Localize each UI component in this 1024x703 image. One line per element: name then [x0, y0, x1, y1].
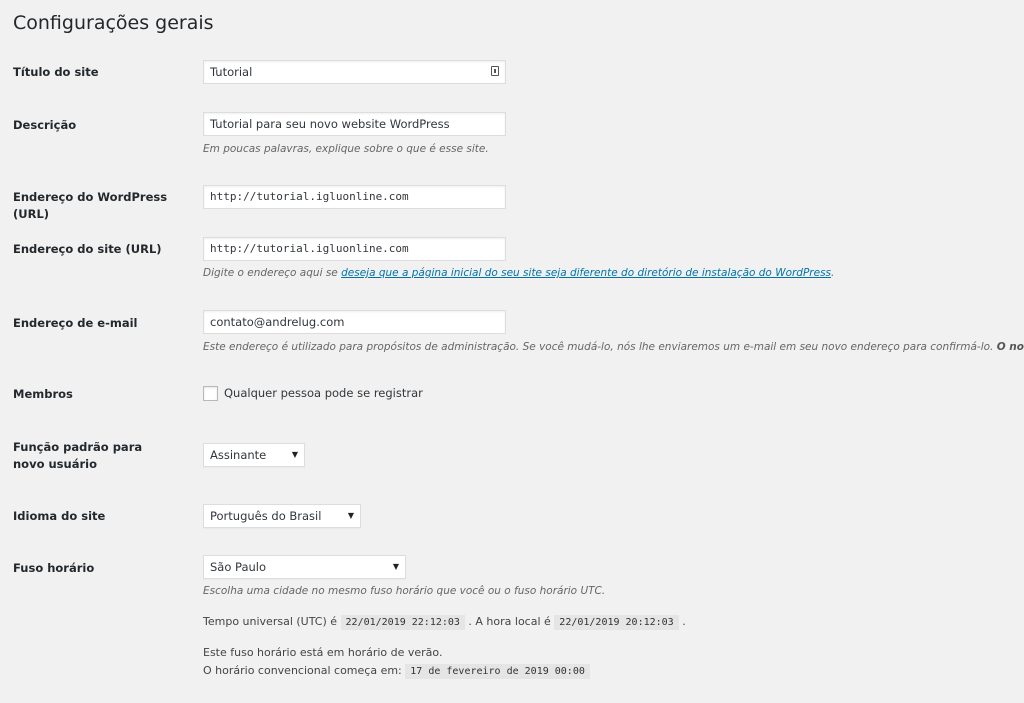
caret-down-icon: ▼	[392, 562, 399, 571]
dst-note: Este fuso horário está em horário de ver…	[203, 646, 443, 659]
email-input[interactable]: contato@andrelug.com	[203, 310, 506, 334]
caret-down-icon: ▼	[347, 511, 354, 520]
default-role-label: Função padrão para novo usuário	[13, 440, 143, 471]
standard-prefix: O horário convencional começa em:	[203, 664, 402, 677]
tagline-hint: Em poucas palavras, explique sobre o que…	[203, 143, 489, 155]
standard-time-line: O horário convencional começa em: 17 de …	[203, 663, 590, 680]
timezone-label: Fuso horário	[13, 561, 95, 575]
language-value: Português do Brasil	[210, 509, 322, 523]
local-prefix: . A hora local é	[468, 615, 551, 628]
default-role-select[interactable]: Assinante ▼	[203, 443, 305, 467]
membership-checkbox-label[interactable]: Qualquer pessoa pode se registrar	[224, 386, 423, 400]
site-url-hint-link[interactable]: deseja que a página inicial do seu site …	[341, 267, 831, 279]
wp-url-label: Endereço do WordPress (URL)	[13, 190, 168, 221]
timezone-value: São Paulo	[210, 560, 267, 574]
local-suffix: .	[682, 615, 686, 628]
email-label: Endereço de e-mail	[13, 316, 138, 330]
site-url-value: http://tutorial.igluonline.com	[210, 242, 409, 255]
site-title-value: Tutorial	[210, 65, 253, 79]
site-title-label: Título do site	[13, 65, 99, 79]
page-title: Configurações gerais	[13, 12, 214, 34]
tagline-label: Descrição	[13, 118, 77, 132]
local-time: 22/01/2019 20:12:03	[554, 615, 679, 630]
email-hint: Este endereço é utilizado para propósito…	[203, 341, 1024, 353]
utc-time-line: Tempo universal (UTC) é 22/01/2019 22:12…	[203, 614, 686, 631]
caret-down-icon: ▼	[291, 450, 298, 459]
site-title-input[interactable]: Tutorial	[203, 60, 506, 84]
email-value: contato@andrelug.com	[210, 315, 345, 329]
site-url-label: Endereço do site (URL)	[13, 242, 162, 256]
email-hint-bold: O novo	[996, 341, 1024, 353]
wp-url-value: http://tutorial.igluonline.com	[210, 190, 409, 203]
wp-url-input[interactable]: http://tutorial.igluonline.com	[203, 185, 506, 209]
utc-time: 22/01/2019 22:12:03	[340, 615, 465, 630]
tagline-value: Tutorial para seu novo website WordPress	[210, 117, 450, 131]
password-manager-icon[interactable]	[491, 66, 499, 76]
utc-prefix: Tempo universal (UTC) é	[203, 615, 338, 628]
membership-label: Membros	[13, 387, 73, 401]
language-label: Idioma do site	[13, 509, 106, 523]
standard-time: 17 de fevereiro de 2019 00:00	[405, 664, 590, 679]
site-url-input[interactable]: http://tutorial.igluonline.com	[203, 237, 506, 261]
membership-checkbox[interactable]	[203, 386, 218, 401]
timezone-hint: Escolha uma cidade no mesmo fuso horário…	[203, 585, 606, 597]
language-select[interactable]: Português do Brasil ▼	[203, 504, 361, 528]
site-url-hint-suffix: .	[831, 267, 835, 279]
site-url-hint: Digite o endereço aqui se deseja que a p…	[203, 267, 834, 279]
site-url-hint-prefix: Digite o endereço aqui se	[203, 267, 342, 279]
tagline-input[interactable]: Tutorial para seu novo website WordPress	[203, 112, 506, 136]
timezone-select[interactable]: São Paulo ▼	[203, 555, 406, 579]
default-role-value: Assinante	[210, 448, 267, 462]
email-hint-text: Este endereço é utilizado para propósito…	[203, 341, 997, 353]
